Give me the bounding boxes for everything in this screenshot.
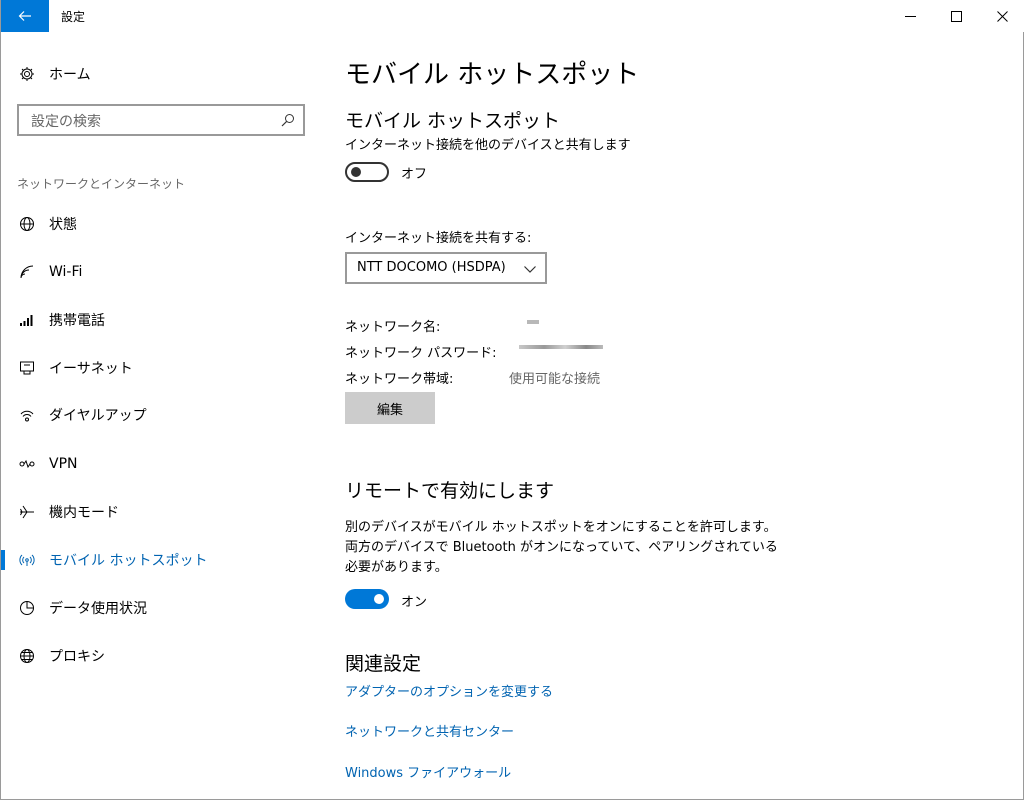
search-icon[interactable]: [281, 113, 295, 127]
sidebar-item-label: Wi-Fi: [49, 264, 83, 280]
home-link[interactable]: ホーム: [17, 62, 91, 86]
sidebar-item-cellular[interactable]: 携帯電話: [1, 300, 321, 340]
redacted-network-name: [527, 320, 539, 324]
cellular-signal-icon: [17, 310, 37, 330]
close-button[interactable]: [979, 0, 1024, 32]
toggle-knob: [374, 594, 384, 604]
ethernet-icon: [17, 358, 37, 378]
share-connection-dropdown[interactable]: NTT DOCOMO (HSDPA): [345, 252, 547, 284]
search-placeholder: 設定の検索: [31, 114, 101, 130]
remote-toggle-state: オン: [401, 595, 428, 610]
sidebar-item-status[interactable]: 状態: [1, 204, 321, 244]
network-name-label: ネットワーク名:: [345, 320, 441, 335]
hotspot-toggle[interactable]: [345, 162, 389, 182]
network-band-value: 使用可能な接続: [509, 372, 601, 387]
share-label: インターネット接続を共有する:: [345, 231, 532, 246]
remote-description: 別のデバイスがモバイル ホットスポットをオンにすることを許可します。両方のデバイ…: [345, 520, 778, 575]
title-bar: 設定: [1, 0, 1024, 32]
hotspot-heading: モバイル ホットスポット: [345, 110, 561, 132]
sidebar-item-ethernet[interactable]: イーサネット: [1, 348, 321, 388]
back-arrow-icon: [18, 11, 31, 21]
maximize-button[interactable]: [933, 0, 979, 32]
sidebar-item-wifi[interactable]: Wi-Fi: [1, 252, 321, 292]
airplane-icon: [17, 502, 37, 522]
maximize-icon: [950, 10, 962, 22]
sidebar-item-data-usage[interactable]: データ使用状況: [1, 588, 321, 628]
minimize-button[interactable]: [887, 0, 933, 32]
sidebar-item-proxy[interactable]: プロキシ: [1, 636, 321, 676]
toggle-knob: [351, 167, 361, 177]
remote-heading: リモートで有効にします: [345, 480, 555, 502]
network-band-label: ネットワーク帯域:: [345, 372, 454, 387]
sidebar-item-label: データ使用状況: [49, 601, 147, 617]
sidebar-item-dialup[interactable]: ダイヤルアップ: [1, 395, 321, 435]
sidebar-item-label: モバイル ホットスポット: [49, 553, 208, 569]
minimize-icon: [904, 15, 916, 17]
chevron-down-icon: [524, 266, 536, 273]
sidebar-item-label: ダイヤルアップ: [49, 408, 147, 424]
data-usage-icon: [17, 598, 37, 618]
dialup-icon: [17, 405, 37, 425]
remote-toggle[interactable]: [345, 589, 389, 609]
globe-proxy-icon: [17, 646, 37, 666]
sidebar-item-label: プロキシ: [49, 649, 105, 665]
related-settings-heading: 関連設定: [345, 653, 422, 675]
sidebar-item-label: イーサネット: [49, 361, 133, 377]
hotspot-description: インターネット接続を他のデバイスと共有します: [345, 138, 631, 153]
vpn-icon: [17, 454, 37, 474]
hotspot-toggle-state: オフ: [401, 167, 428, 182]
search-input[interactable]: 設定の検索: [17, 104, 305, 136]
network-password-label: ネットワーク パスワード:: [345, 346, 497, 361]
sidebar-item-label: 携帯電話: [49, 313, 105, 329]
gear-icon: [17, 64, 37, 84]
page-title: モバイル ホットスポット: [345, 60, 640, 90]
sidebar-item-label: 機内モード: [49, 505, 119, 521]
settings-window: 設定 ホーム 設定の検索 ネットワークとインターネット 状態 Wi-Fi 携帯電…: [0, 0, 1024, 800]
window-title: 設定: [61, 10, 86, 24]
active-indicator: [1, 550, 5, 570]
network-sharing-center-link[interactable]: ネットワークと共有センター: [345, 721, 514, 740]
close-icon: [996, 10, 1008, 22]
hotspot-icon: [17, 550, 37, 570]
sidebar-item-airplane[interactable]: 機内モード: [1, 492, 321, 532]
sidebar-item-mobile-hotspot[interactable]: モバイル ホットスポット: [1, 540, 321, 580]
adapter-options-link[interactable]: アダプターのオプションを変更する: [345, 681, 553, 700]
section-label: ネットワークとインターネット: [17, 177, 186, 191]
edit-button[interactable]: 編集: [345, 392, 435, 424]
home-label: ホーム: [49, 67, 91, 83]
sidebar: ホーム 設定の検索 ネットワークとインターネット 状態 Wi-Fi 携帯電話 イ…: [1, 32, 321, 800]
wifi-icon: [17, 262, 37, 282]
globe-status-icon: [17, 214, 37, 234]
back-button[interactable]: [1, 0, 49, 32]
sidebar-item-label: VPN: [49, 456, 78, 472]
share-connection-value: NTT DOCOMO (HSDPA): [357, 260, 506, 275]
sidebar-item-vpn[interactable]: VPN: [1, 444, 321, 484]
windows-firewall-link[interactable]: Windows ファイアウォール: [345, 762, 511, 781]
redacted-network-password: [519, 345, 603, 349]
sidebar-item-label: 状態: [49, 217, 77, 233]
